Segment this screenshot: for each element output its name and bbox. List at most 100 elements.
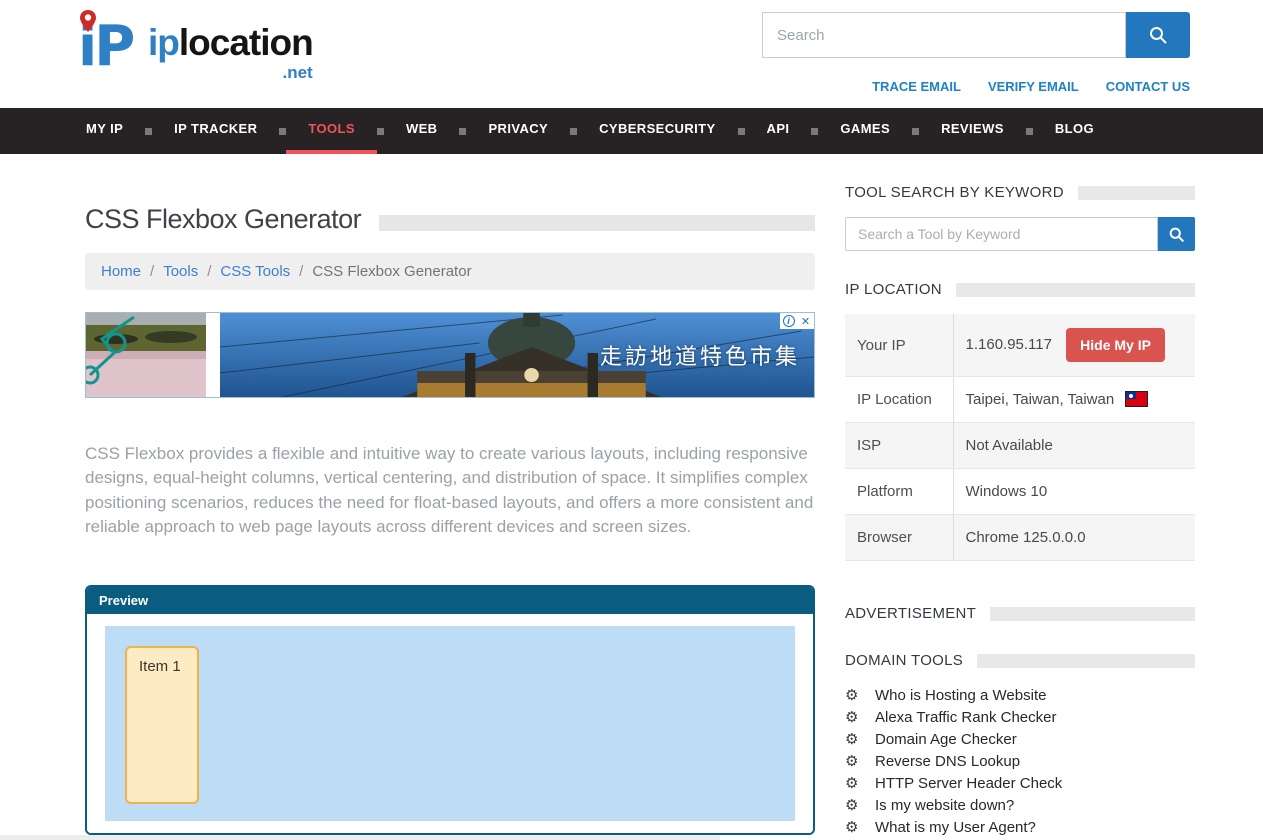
nav-separator bbox=[377, 128, 384, 135]
verify-email-link[interactable]: VERIFY EMAIL bbox=[988, 79, 1079, 94]
tool-link-http-header[interactable]: HTTP Server Header Check bbox=[875, 775, 1062, 792]
header-right: TRACE EMAIL VERIFY EMAIL CONTACT US bbox=[762, 8, 1190, 108]
flex-item-1: Item 1 bbox=[125, 646, 199, 804]
list-item: ⚙ Is my website down? bbox=[845, 797, 1195, 814]
site-header: iP iplocation .net bbox=[0, 0, 1263, 108]
tool-link-domain-age[interactable]: Domain Age Checker bbox=[875, 731, 1017, 748]
nav-item-reviews[interactable]: REVIEWS bbox=[919, 108, 1026, 154]
nav-separator bbox=[738, 128, 745, 135]
isp-value: Not Available bbox=[966, 437, 1053, 454]
taiwan-flag-icon bbox=[1126, 392, 1147, 406]
ip-location-heading-label: IP LOCATION bbox=[845, 281, 942, 298]
logo-word-net: .net bbox=[283, 64, 313, 81]
breadcrumb-home[interactable]: Home bbox=[101, 263, 141, 280]
nav-separator bbox=[570, 128, 577, 135]
header-links: TRACE EMAIL VERIFY EMAIL CONTACT US bbox=[762, 79, 1190, 94]
preview-panel: Preview Item 1 bbox=[85, 585, 815, 835]
list-item: ⚙ Domain Age Checker bbox=[845, 731, 1195, 748]
domain-tools-list: ⚙ Who is Hosting a Website ⚙ Alexa Traff… bbox=[845, 687, 1195, 836]
gear-icon: ⚙ bbox=[845, 709, 862, 726]
domain-tools-heading: DOMAIN TOOLS bbox=[845, 652, 1195, 669]
flex-container-demo: Item 1 bbox=[105, 626, 795, 821]
nav-separator bbox=[145, 128, 152, 135]
header-search-button[interactable] bbox=[1126, 12, 1190, 58]
browser-value: Chrome 125.0.0.0 bbox=[966, 529, 1086, 546]
nav-separator bbox=[811, 128, 818, 135]
trace-email-link[interactable]: TRACE EMAIL bbox=[872, 79, 961, 94]
ad-banner[interactable]: 走訪地道特色市集 i ✕ bbox=[85, 312, 815, 398]
heading-decor-bar bbox=[956, 283, 1195, 297]
tool-link-who-is-hosting[interactable]: Who is Hosting a Website bbox=[875, 687, 1046, 704]
tool-description: CSS Flexbox provides a flexible and intu… bbox=[85, 442, 815, 539]
heading-decor-bar bbox=[990, 607, 1195, 621]
nav-item-cybersecurity[interactable]: CYBERSECURITY bbox=[577, 108, 737, 154]
search-icon bbox=[1169, 227, 1184, 242]
breadcrumb-css-tools[interactable]: CSS Tools bbox=[220, 263, 290, 280]
ip-location-heading: IP LOCATION bbox=[845, 281, 1195, 298]
nav-item-ip-tracker[interactable]: IP TRACKER bbox=[152, 108, 279, 154]
nav-item-games[interactable]: GAMES bbox=[818, 108, 912, 154]
ad-image-landscape bbox=[86, 313, 206, 397]
gear-icon: ⚙ bbox=[845, 753, 862, 770]
ip-location-table: Your IP 1.160.95.117 Hide My IP IP Locat… bbox=[845, 314, 1195, 561]
ad-controls: i ✕ bbox=[780, 313, 814, 329]
row-value-cell: 1.160.95.117 Hide My IP bbox=[953, 314, 1195, 377]
nav-item-my-ip[interactable]: MY IP bbox=[64, 108, 145, 154]
logo-icon: iP bbox=[78, 8, 144, 86]
tool-search-heading-label: TOOL SEARCH BY KEYWORD bbox=[845, 184, 1064, 201]
contact-us-link[interactable]: CONTACT US bbox=[1106, 79, 1190, 94]
ad-info-icon[interactable]: i bbox=[780, 313, 797, 329]
ad-close-icon[interactable]: ✕ bbox=[797, 313, 814, 329]
header-search-input[interactable] bbox=[762, 12, 1126, 58]
search-icon bbox=[1149, 26, 1167, 44]
row-value-cell: Taipei, Taiwan, Taiwan bbox=[953, 377, 1195, 423]
logo-word-location: location bbox=[179, 22, 313, 63]
logo-wordmark: iplocation .net bbox=[148, 24, 313, 61]
nav-item-tools[interactable]: TOOLS bbox=[286, 108, 377, 154]
advertisement-heading-label: ADVERTISEMENT bbox=[845, 605, 976, 622]
nav-item-api[interactable]: API bbox=[745, 108, 812, 154]
nav-separator bbox=[279, 128, 286, 135]
content: CSS Flexbox Generator Home / Tools / CSS… bbox=[0, 154, 1263, 840]
ad-text: 走訪地道特色市集 bbox=[600, 339, 800, 371]
nav-separator bbox=[1026, 128, 1033, 135]
breadcrumb-tools[interactable]: Tools bbox=[163, 263, 198, 280]
map-pin-icon bbox=[80, 10, 96, 32]
tool-search-input[interactable] bbox=[845, 217, 1158, 251]
logo-word-ip: ip bbox=[148, 22, 179, 63]
row-label: ISP bbox=[845, 423, 953, 469]
table-row: Platform Windows 10 bbox=[845, 469, 1195, 515]
row-value-cell: Chrome 125.0.0.0 bbox=[953, 515, 1195, 561]
nav-item-web[interactable]: WEB bbox=[384, 108, 460, 154]
nav-item-privacy[interactable]: PRIVACY bbox=[466, 108, 570, 154]
gear-icon: ⚙ bbox=[845, 775, 862, 792]
list-item: ⚙ What is my User Agent? bbox=[845, 819, 1195, 836]
table-row: IP Location Taipei, Taiwan, Taiwan bbox=[845, 377, 1195, 423]
list-item: ⚙ HTTP Server Header Check bbox=[845, 775, 1195, 792]
main-column: CSS Flexbox Generator Home / Tools / CSS… bbox=[85, 154, 815, 840]
tool-link-website-down[interactable]: Is my website down? bbox=[875, 797, 1014, 814]
list-item: ⚙ Reverse DNS Lookup bbox=[845, 753, 1195, 770]
breadcrumb-separator: / bbox=[299, 263, 303, 280]
tool-search-button[interactable] bbox=[1158, 217, 1195, 251]
nav-item-blog[interactable]: BLOG bbox=[1033, 108, 1116, 154]
table-row: ISP Not Available bbox=[845, 423, 1195, 469]
advertisement-heading: ADVERTISEMENT bbox=[845, 605, 1195, 622]
tool-search-heading: TOOL SEARCH BY KEYWORD bbox=[845, 184, 1195, 201]
table-row: Your IP 1.160.95.117 Hide My IP bbox=[845, 314, 1195, 377]
hide-my-ip-button[interactable]: Hide My IP bbox=[1066, 328, 1165, 362]
list-item: ⚙ Alexa Traffic Rank Checker bbox=[845, 709, 1195, 726]
row-label: IP Location bbox=[845, 377, 953, 423]
logo[interactable]: iP iplocation .net bbox=[78, 8, 313, 108]
nav-separator bbox=[912, 128, 919, 135]
tool-link-alexa-rank[interactable]: Alexa Traffic Rank Checker bbox=[875, 709, 1056, 726]
preview-body: Item 1 bbox=[87, 614, 813, 833]
heading-decor-bar bbox=[1078, 186, 1195, 200]
tool-search bbox=[845, 217, 1195, 251]
tool-link-reverse-dns[interactable]: Reverse DNS Lookup bbox=[875, 753, 1020, 770]
title-decor-bar bbox=[379, 215, 815, 231]
breadcrumb: Home / Tools / CSS Tools / CSS Flexbox G… bbox=[85, 253, 815, 290]
gear-icon: ⚙ bbox=[845, 819, 862, 836]
next-section-edge bbox=[0, 835, 720, 840]
tool-link-user-agent[interactable]: What is my User Agent? bbox=[875, 819, 1036, 836]
